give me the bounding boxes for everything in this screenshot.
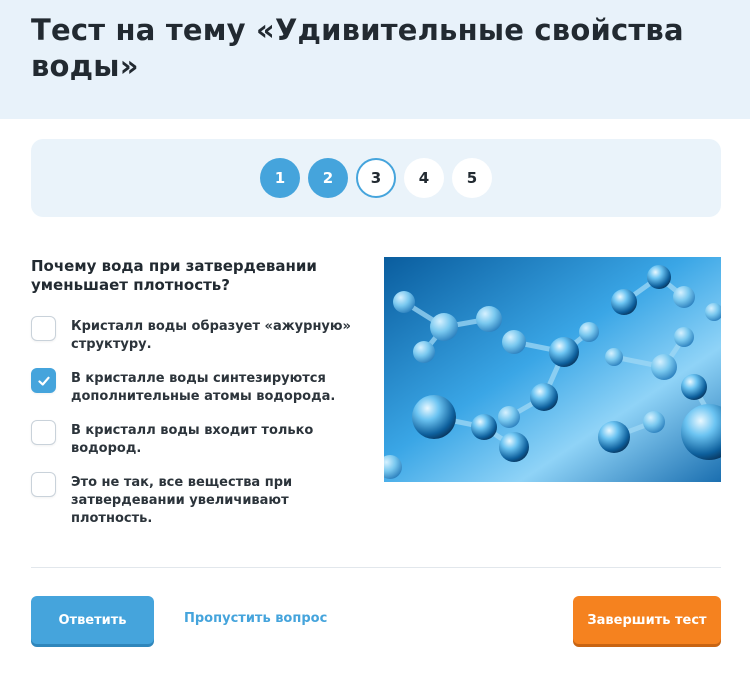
- checkbox[interactable]: [31, 420, 56, 445]
- answer-label: В кристалл воды входит только водород.: [71, 423, 314, 456]
- finish-test-button[interactable]: Завершить тест: [573, 596, 721, 644]
- checkbox[interactable]: [31, 368, 56, 393]
- answer-option-4[interactable]: Это не так, все вещества при затвердеван…: [31, 472, 361, 528]
- check-icon: [37, 376, 50, 386]
- answer-option-3[interactable]: В кристалл воды входит только водород.: [31, 420, 361, 458]
- water-molecules-image: [384, 257, 721, 482]
- page-button-2[interactable]: 2: [308, 158, 348, 198]
- answer-label: Это не так, все вещества при затвердеван…: [71, 475, 293, 526]
- question-text: Почему вода при затвердевании уменьшает …: [31, 257, 317, 294]
- page-button-3[interactable]: 3: [356, 158, 396, 198]
- page-button-5[interactable]: 5: [452, 158, 492, 198]
- checkbox[interactable]: [31, 316, 56, 341]
- answer-option-1[interactable]: Кристалл воды образует «ажурную» структу…: [31, 316, 361, 354]
- answer-label: В кристалле воды синтезируются дополните…: [71, 371, 336, 404]
- page-title: Тест на тему «Удивительные свойства воды…: [31, 13, 684, 83]
- divider: [31, 567, 721, 568]
- skip-question-link[interactable]: Пропустить вопрос: [184, 611, 327, 626]
- checkbox[interactable]: [31, 472, 56, 497]
- answer-label: Кристалл воды образует «ажурную» структу…: [71, 319, 351, 352]
- question-pager: 1 2 3 4 5: [31, 139, 721, 217]
- page-button-4[interactable]: 4: [404, 158, 444, 198]
- answer-options: Кристалл воды образует «ажурную» структу…: [31, 316, 361, 542]
- page-header: Тест на тему «Удивительные свойства воды…: [0, 0, 750, 119]
- answer-button[interactable]: Ответить: [31, 596, 154, 644]
- answer-option-2[interactable]: В кристалле воды синтезируются дополните…: [31, 368, 361, 406]
- page-button-1[interactable]: 1: [260, 158, 300, 198]
